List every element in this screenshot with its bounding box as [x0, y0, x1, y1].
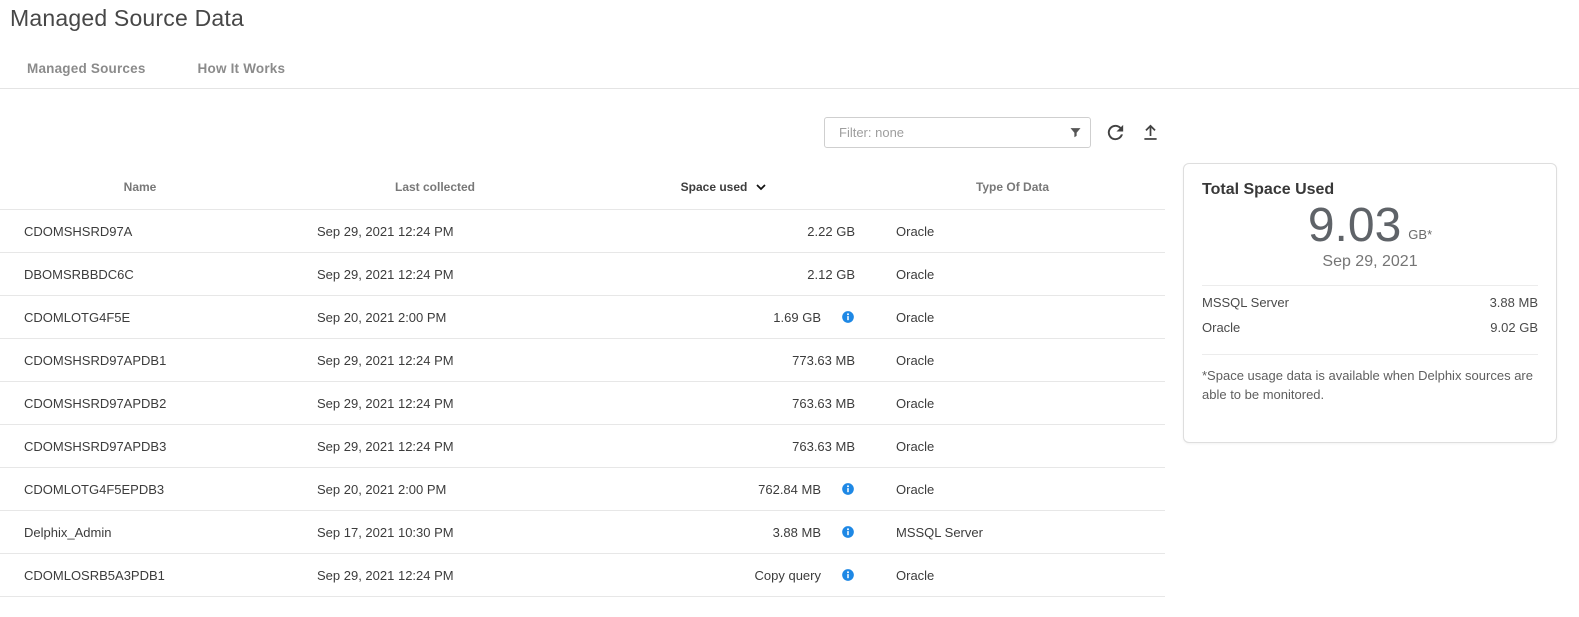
page-title: Managed Source Data	[10, 5, 244, 32]
breakdown-value: 9.02 GB	[1490, 320, 1538, 335]
source-name: CDOMSHSRD97A	[0, 224, 280, 239]
managed-sources-table: Name Last collected Space used Type Of D…	[0, 165, 1165, 597]
tab-bar-divider	[0, 88, 1579, 89]
type-of-data-value: Oracle	[860, 482, 1165, 497]
total-space-used-card: Total Space Used 9.03 GB* Sep 29, 2021 M…	[1183, 163, 1557, 443]
breakdown-row-oracle: Oracle 9.02 GB	[1202, 315, 1538, 340]
space-used-cell: 2.12 GB	[590, 267, 860, 282]
last-collected-value: Sep 29, 2021 12:24 PM	[280, 224, 590, 239]
table-row: CDOMLOSRB5A3PDB1 Sep 29, 2021 12:24 PM C…	[0, 554, 1165, 597]
info-icon[interactable]	[841, 310, 855, 324]
table-row: CDOMSHSRD97APDB3 Sep 29, 2021 12:24 PM 7…	[0, 425, 1165, 468]
table-row: CDOMSHSRD97APDB2 Sep 29, 2021 12:24 PM 7…	[0, 382, 1165, 425]
space-used-cell: 3.88 MB	[590, 525, 860, 540]
space-used-value: 763.63 MB	[792, 396, 855, 411]
last-collected-value: Sep 29, 2021 12:24 PM	[280, 568, 590, 583]
table-row: CDOMSHSRD97APDB1 Sep 29, 2021 12:24 PM 7…	[0, 339, 1165, 382]
space-used-cell: Copy query	[590, 568, 860, 583]
info-icon[interactable]	[841, 482, 855, 496]
space-used-value: 763.63 MB	[792, 439, 855, 454]
table-body: CDOMSHSRD97A Sep 29, 2021 12:24 PM 2.22 …	[0, 210, 1165, 597]
info-icon[interactable]	[841, 525, 855, 539]
space-used-value: 2.12 GB	[807, 267, 855, 282]
table-row: DBOMSRBBDC6C Sep 29, 2021 12:24 PM 2.12 …	[0, 253, 1165, 296]
last-collected-value: Sep 29, 2021 12:24 PM	[280, 353, 590, 368]
space-used-cell: 763.63 MB	[590, 439, 860, 454]
source-name: CDOMLOTG4F5EPDB3	[0, 482, 280, 497]
card-title: Total Space Used	[1202, 181, 1538, 199]
source-name: CDOMSHSRD97APDB1	[0, 353, 280, 368]
card-footnote: *Space usage data is available when Delp…	[1202, 367, 1538, 405]
breakdown-label: Oracle	[1202, 320, 1240, 335]
space-breakdown-list: MSSQL Server 3.88 MB Oracle 9.02 GB	[1202, 290, 1538, 340]
table-row: Delphix_Admin Sep 17, 2021 10:30 PM 3.88…	[0, 511, 1165, 554]
space-used-value: 2.22 GB	[807, 224, 855, 239]
source-name: DBOMSRBBDC6C	[0, 267, 280, 282]
type-of-data-value: Oracle	[860, 353, 1165, 368]
space-used-value: 773.63 MB	[792, 353, 855, 368]
last-collected-value: Sep 20, 2021 2:00 PM	[280, 482, 590, 497]
space-used-cell: 2.22 GB	[590, 224, 860, 239]
source-name: CDOMLOTG4F5E	[0, 310, 280, 325]
type-of-data-value: Oracle	[860, 439, 1165, 454]
table-row: CDOMLOTG4F5EPDB3 Sep 20, 2021 2:00 PM 76…	[0, 468, 1165, 511]
space-used-cell: 773.63 MB	[590, 353, 860, 368]
type-of-data-value: Oracle	[860, 267, 1165, 282]
info-icon[interactable]	[841, 568, 855, 582]
space-used-value: 1.69 GB	[773, 310, 821, 325]
last-collected-value: Sep 29, 2021 12:24 PM	[280, 267, 590, 282]
last-collected-value: Sep 17, 2021 10:30 PM	[280, 525, 590, 540]
table-row: CDOMSHSRD97A Sep 29, 2021 12:24 PM 2.22 …	[0, 210, 1165, 253]
space-used-cell: 762.84 MB	[590, 482, 860, 497]
type-of-data-value: Oracle	[860, 396, 1165, 411]
type-of-data-value: Oracle	[860, 224, 1165, 239]
space-used-cell: 763.63 MB	[590, 396, 860, 411]
space-used-value: 762.84 MB	[758, 482, 821, 497]
table-row: CDOMLOTG4F5E Sep 20, 2021 2:00 PM 1.69 G…	[0, 296, 1165, 339]
total-space-date: Sep 29, 2021	[1202, 253, 1538, 271]
copy-query-action[interactable]: Copy query	[755, 568, 821, 583]
column-header-last-collected[interactable]: Last collected	[280, 180, 590, 194]
table-header-row: Name Last collected Space used Type Of D…	[0, 165, 1165, 210]
type-of-data-value: Oracle	[860, 310, 1165, 325]
type-of-data-value: MSSQL Server	[860, 525, 1165, 540]
filter-box	[824, 117, 1091, 148]
total-space-line: 9.03 GB*	[1202, 201, 1538, 251]
tab-how-it-works[interactable]: How It Works	[198, 57, 286, 80]
total-space-unit: GB*	[1408, 227, 1432, 251]
last-collected-value: Sep 29, 2021 12:24 PM	[280, 439, 590, 454]
source-name: CDOMSHSRD97APDB2	[0, 396, 280, 411]
tab-managed-sources[interactable]: Managed Sources	[27, 57, 146, 80]
breakdown-label: MSSQL Server	[1202, 295, 1289, 310]
total-space-value: 9.03	[1308, 201, 1401, 251]
breakdown-row-mssql: MSSQL Server 3.88 MB	[1202, 290, 1538, 315]
column-header-type-of-data[interactable]: Type Of Data	[860, 180, 1165, 194]
type-of-data-value: Oracle	[860, 568, 1165, 583]
card-divider-bottom	[1202, 354, 1538, 355]
filter-input[interactable]	[825, 125, 1060, 140]
source-name: CDOMSHSRD97APDB3	[0, 439, 280, 454]
funnel-filter-icon[interactable]	[1060, 118, 1090, 147]
source-name: Delphix_Admin	[0, 525, 280, 540]
refresh-icon[interactable]	[1104, 121, 1127, 144]
tab-bar: Managed Sources How It Works	[27, 57, 285, 80]
breakdown-value: 3.88 MB	[1490, 295, 1538, 310]
column-header-space-used[interactable]: Space used	[590, 179, 860, 195]
toolbar	[0, 117, 1161, 148]
space-used-value: 3.88 MB	[773, 525, 821, 540]
column-header-space-used-label: Space used	[681, 180, 748, 194]
last-collected-value: Sep 29, 2021 12:24 PM	[280, 396, 590, 411]
source-name: CDOMLOSRB5A3PDB1	[0, 568, 280, 583]
column-header-name[interactable]: Name	[0, 180, 280, 194]
space-used-cell: 1.69 GB	[590, 310, 860, 325]
last-collected-value: Sep 20, 2021 2:00 PM	[280, 310, 590, 325]
upload-export-icon[interactable]	[1140, 122, 1161, 143]
managed-source-data-page: Managed Source Data Managed Sources How …	[0, 0, 1579, 617]
sort-descending-chevron-icon	[753, 179, 769, 195]
card-divider-top	[1202, 285, 1538, 286]
funnel-glyph	[1070, 128, 1080, 137]
